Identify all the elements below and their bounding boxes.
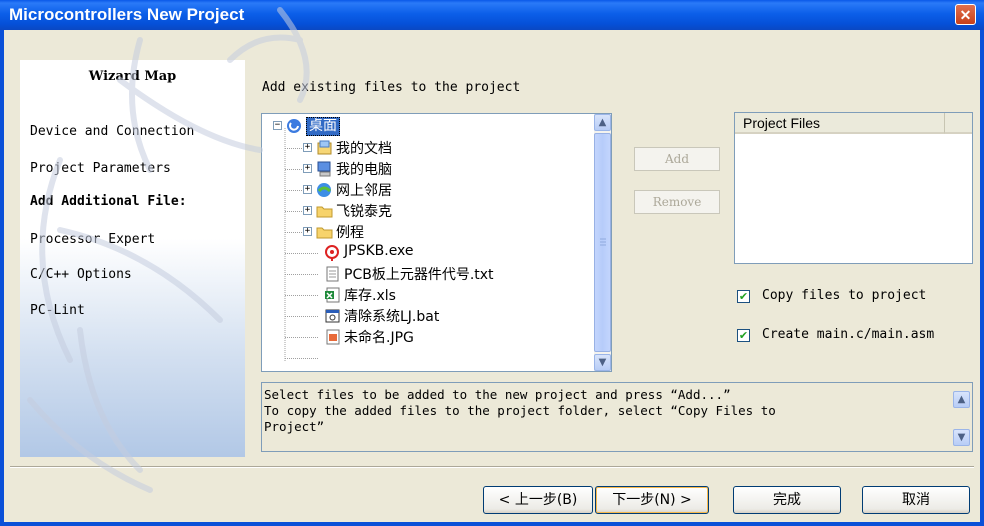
copy-files-label[interactable]: Copy files to project bbox=[762, 288, 926, 303]
cancel-button[interactable]: 取消 bbox=[862, 486, 970, 514]
help-scroll-down-button[interactable]: ▼ bbox=[953, 429, 970, 446]
batch-file-icon bbox=[324, 308, 341, 324]
expand-icon[interactable]: + bbox=[303, 164, 312, 173]
exe-icon bbox=[324, 245, 341, 261]
wizard-step-pc-lint[interactable]: PC-Lint bbox=[30, 303, 85, 318]
wizard-step-device-connection[interactable]: Device and Connection bbox=[30, 124, 194, 139]
scroll-down-button[interactable]: ▼ bbox=[594, 354, 611, 371]
wizard-step-processor-expert[interactable]: Processor Expert bbox=[30, 232, 155, 247]
file-tree[interactable]: − 桌面 + 我的文档 + 我的电脑 + 网上邻居 + 飞锐泰克 + 例程 JP… bbox=[261, 113, 612, 372]
close-icon: ✕ bbox=[959, 7, 972, 23]
copy-files-checkbox[interactable]: ✔ bbox=[737, 290, 750, 303]
help-scroll-up-button[interactable]: ▲ bbox=[953, 391, 970, 408]
tree-item-label: 网上邻居 bbox=[336, 183, 392, 199]
text-file-icon bbox=[324, 266, 341, 282]
image-file-icon bbox=[324, 329, 341, 345]
remove-button[interactable]: Remove bbox=[634, 190, 720, 214]
tree-item-label: 例程 bbox=[336, 225, 364, 241]
tree-item[interactable]: + 飞锐泰克 bbox=[262, 201, 592, 222]
title-bar: Microcontrollers New Project ✕ bbox=[0, 0, 984, 30]
folder-icon bbox=[316, 224, 333, 240]
expand-icon[interactable]: + bbox=[303, 185, 312, 194]
desktop-icon bbox=[286, 118, 303, 134]
expand-icon[interactable]: + bbox=[303, 206, 312, 215]
create-main-checkbox[interactable]: ✔ bbox=[737, 329, 750, 342]
tree-item-label: 清除系统LJ.bat bbox=[344, 309, 440, 325]
tree-scrollbar[interactable]: ▲ ▼ bbox=[594, 114, 611, 371]
tree-item[interactable]: 清除系统LJ.bat bbox=[262, 306, 592, 327]
expand-icon[interactable]: + bbox=[303, 227, 312, 236]
my-computer-icon bbox=[316, 161, 333, 177]
collapse-icon[interactable]: − bbox=[273, 121, 282, 130]
chevron-up-icon: ▲ bbox=[957, 394, 966, 405]
wizard-step-add-files[interactable]: Add Additional File: bbox=[30, 194, 187, 209]
finish-button[interactable]: 完成 bbox=[733, 486, 841, 514]
tree-item-label: 未命名.JPG bbox=[344, 330, 414, 346]
wizard-map-panel: Wizard Map Device and Connection Project… bbox=[20, 60, 245, 457]
chevron-down-icon: ▼ bbox=[598, 357, 607, 368]
tree-item[interactable]: 未命名.JPG bbox=[262, 327, 592, 348]
project-files-header[interactable]: Project Files bbox=[735, 113, 945, 134]
tree-item-label: JPSKB.exe bbox=[344, 243, 414, 259]
help-text-line: Select files to be added to the new proj… bbox=[264, 387, 731, 402]
wizard-step-cpp-options[interactable]: C/C++ Options bbox=[30, 267, 132, 282]
tree-item[interactable]: + 网上邻居 bbox=[262, 180, 592, 201]
tree-item[interactable]: JPSKB.exe bbox=[262, 243, 592, 264]
excel-file-icon bbox=[324, 287, 341, 303]
tree-item-label: 我的电脑 bbox=[336, 162, 392, 178]
my-documents-icon bbox=[316, 140, 333, 156]
wizard-map-title: Wizard Map bbox=[88, 69, 177, 84]
project-files-list[interactable]: Project Files bbox=[734, 112, 973, 264]
chevron-up-icon: ▲ bbox=[598, 117, 607, 128]
next-button[interactable]: 下一步(N) > bbox=[595, 486, 709, 514]
scroll-thumb[interactable] bbox=[594, 133, 611, 352]
scroll-up-button[interactable]: ▲ bbox=[594, 114, 611, 131]
chevron-down-icon: ▼ bbox=[957, 432, 966, 443]
footer-separator bbox=[10, 466, 974, 468]
folder-icon bbox=[316, 203, 333, 219]
help-text-area: Select files to be added to the new proj… bbox=[261, 382, 973, 452]
tree-item-label: 库存.xls bbox=[344, 288, 396, 304]
tree-item[interactable]: + 我的文档 bbox=[262, 138, 592, 159]
create-main-label[interactable]: Create main.c/main.asm bbox=[762, 327, 934, 342]
wizard-step-project-parameters[interactable]: Project Parameters bbox=[30, 161, 171, 176]
tree-item-label: PCB板上元器件代号.txt bbox=[344, 267, 494, 283]
tree-item-root[interactable]: − 桌面 bbox=[262, 116, 592, 137]
help-text-line: To copy the added files to the project f… bbox=[264, 403, 776, 418]
expand-icon[interactable]: + bbox=[303, 143, 312, 152]
tree-item[interactable]: + 我的电脑 bbox=[262, 159, 592, 180]
close-button[interactable]: ✕ bbox=[955, 4, 976, 25]
tree-item-label: 我的文档 bbox=[336, 141, 392, 157]
tree-item-label: 飞锐泰克 bbox=[336, 204, 392, 220]
section-heading: Add existing files to the project bbox=[262, 80, 521, 95]
network-places-icon bbox=[316, 182, 333, 198]
back-button[interactable]: < 上一步(B) bbox=[483, 486, 593, 514]
tree-item-label: 桌面 bbox=[306, 117, 340, 136]
tree-item[interactable]: PCB板上元器件代号.txt bbox=[262, 264, 592, 285]
add-button[interactable]: Add bbox=[634, 147, 720, 171]
window-title: Microcontrollers New Project bbox=[9, 5, 245, 24]
project-files-header-extra bbox=[945, 113, 972, 134]
help-text-line: Project” bbox=[264, 419, 325, 434]
tree-item[interactable]: + 例程 bbox=[262, 222, 592, 243]
tree-item[interactable]: 库存.xls bbox=[262, 285, 592, 306]
